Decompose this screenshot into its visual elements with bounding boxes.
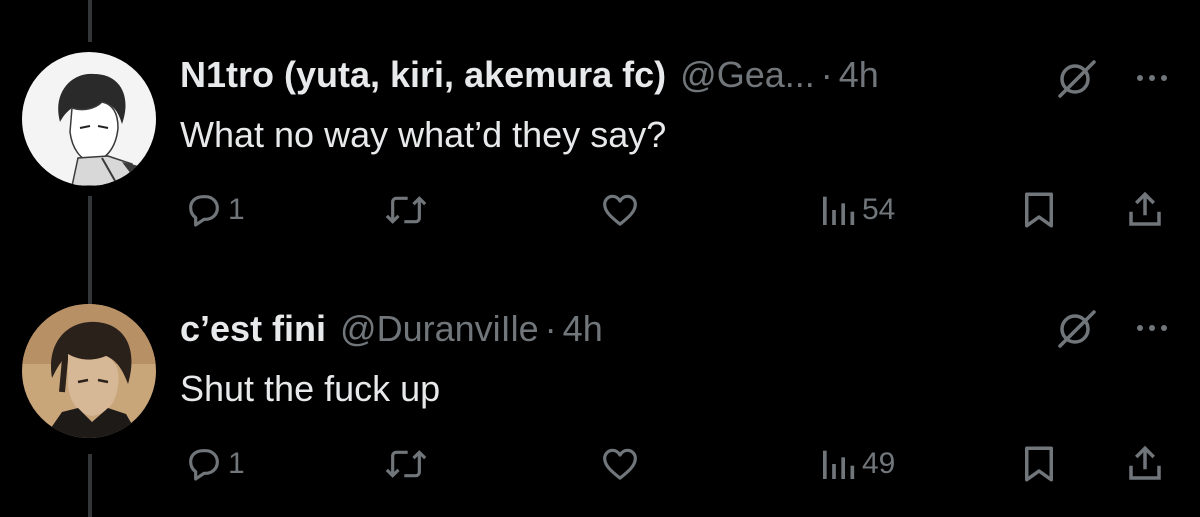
avatar-image xyxy=(22,304,156,438)
repost-button[interactable] xyxy=(384,438,428,490)
views-icon xyxy=(823,196,855,225)
grok-icon[interactable] xyxy=(1054,306,1098,350)
like-button[interactable] xyxy=(598,438,642,490)
tweet-header: N1tro (yuta, kiri, akemura fc) @Gea... ·… xyxy=(180,52,879,98)
repost-icon xyxy=(385,196,427,224)
avatar[interactable] xyxy=(22,304,156,438)
heart-icon xyxy=(603,194,637,226)
handle[interactable]: @Gea... xyxy=(680,54,815,96)
share-icon xyxy=(1129,191,1161,226)
display-name[interactable]: N1tro (yuta, kiri, akemura fc) xyxy=(180,54,666,96)
reply-button[interactable]: 1 xyxy=(184,438,245,490)
view-count: 54 xyxy=(862,193,896,226)
repost-icon xyxy=(385,450,427,478)
views-button[interactable]: 54 xyxy=(818,184,895,236)
separator-dot: · xyxy=(544,308,557,349)
timestamp[interactable]: 4h xyxy=(563,308,603,350)
share-button[interactable] xyxy=(1124,184,1166,236)
tweet-header: c’est fini @DuranviIle · 4h xyxy=(180,306,603,352)
tweet-text: What no way what’d they say? xyxy=(180,114,667,155)
tweet[interactable]: N1tro (yuta, kiri, akemura fc) @Gea... ·… xyxy=(0,0,1200,260)
repost-button[interactable] xyxy=(384,184,428,236)
separator-dot: · xyxy=(820,54,833,95)
bookmark-button[interactable] xyxy=(1018,438,1060,490)
bookmark-icon xyxy=(1025,192,1053,228)
reply-button[interactable]: 1 xyxy=(184,184,245,236)
display-name[interactable]: c’est fini xyxy=(180,308,326,350)
bookmark-icon xyxy=(1025,446,1053,482)
bookmark-button[interactable] xyxy=(1018,184,1060,236)
share-icon xyxy=(1129,445,1161,480)
reply-count: 1 xyxy=(228,193,245,226)
views-button[interactable]: 49 xyxy=(818,438,895,490)
tweet[interactable]: c’est fini @DuranviIle · 4h Shut the fuc… xyxy=(0,260,1200,517)
grok-icon[interactable] xyxy=(1054,56,1098,100)
heart-icon xyxy=(603,448,637,480)
more-icon[interactable] xyxy=(1130,306,1174,350)
action-bar: 1 54 xyxy=(0,184,1200,236)
timestamp[interactable]: 4h xyxy=(839,54,879,96)
reply-icon xyxy=(189,449,219,481)
reply-icon xyxy=(189,195,219,227)
share-button[interactable] xyxy=(1124,438,1166,490)
avatar[interactable] xyxy=(22,52,156,186)
views-icon xyxy=(823,450,855,479)
reply-count: 1 xyxy=(228,447,245,480)
tweet-text: Shut the fuck up xyxy=(180,368,441,409)
handle[interactable]: @DuranviIle xyxy=(340,308,539,350)
action-bar: 1 49 xyxy=(0,438,1200,490)
like-button[interactable] xyxy=(598,184,642,236)
view-count: 49 xyxy=(862,447,896,480)
avatar-image xyxy=(22,52,156,186)
more-icon[interactable] xyxy=(1130,56,1174,100)
